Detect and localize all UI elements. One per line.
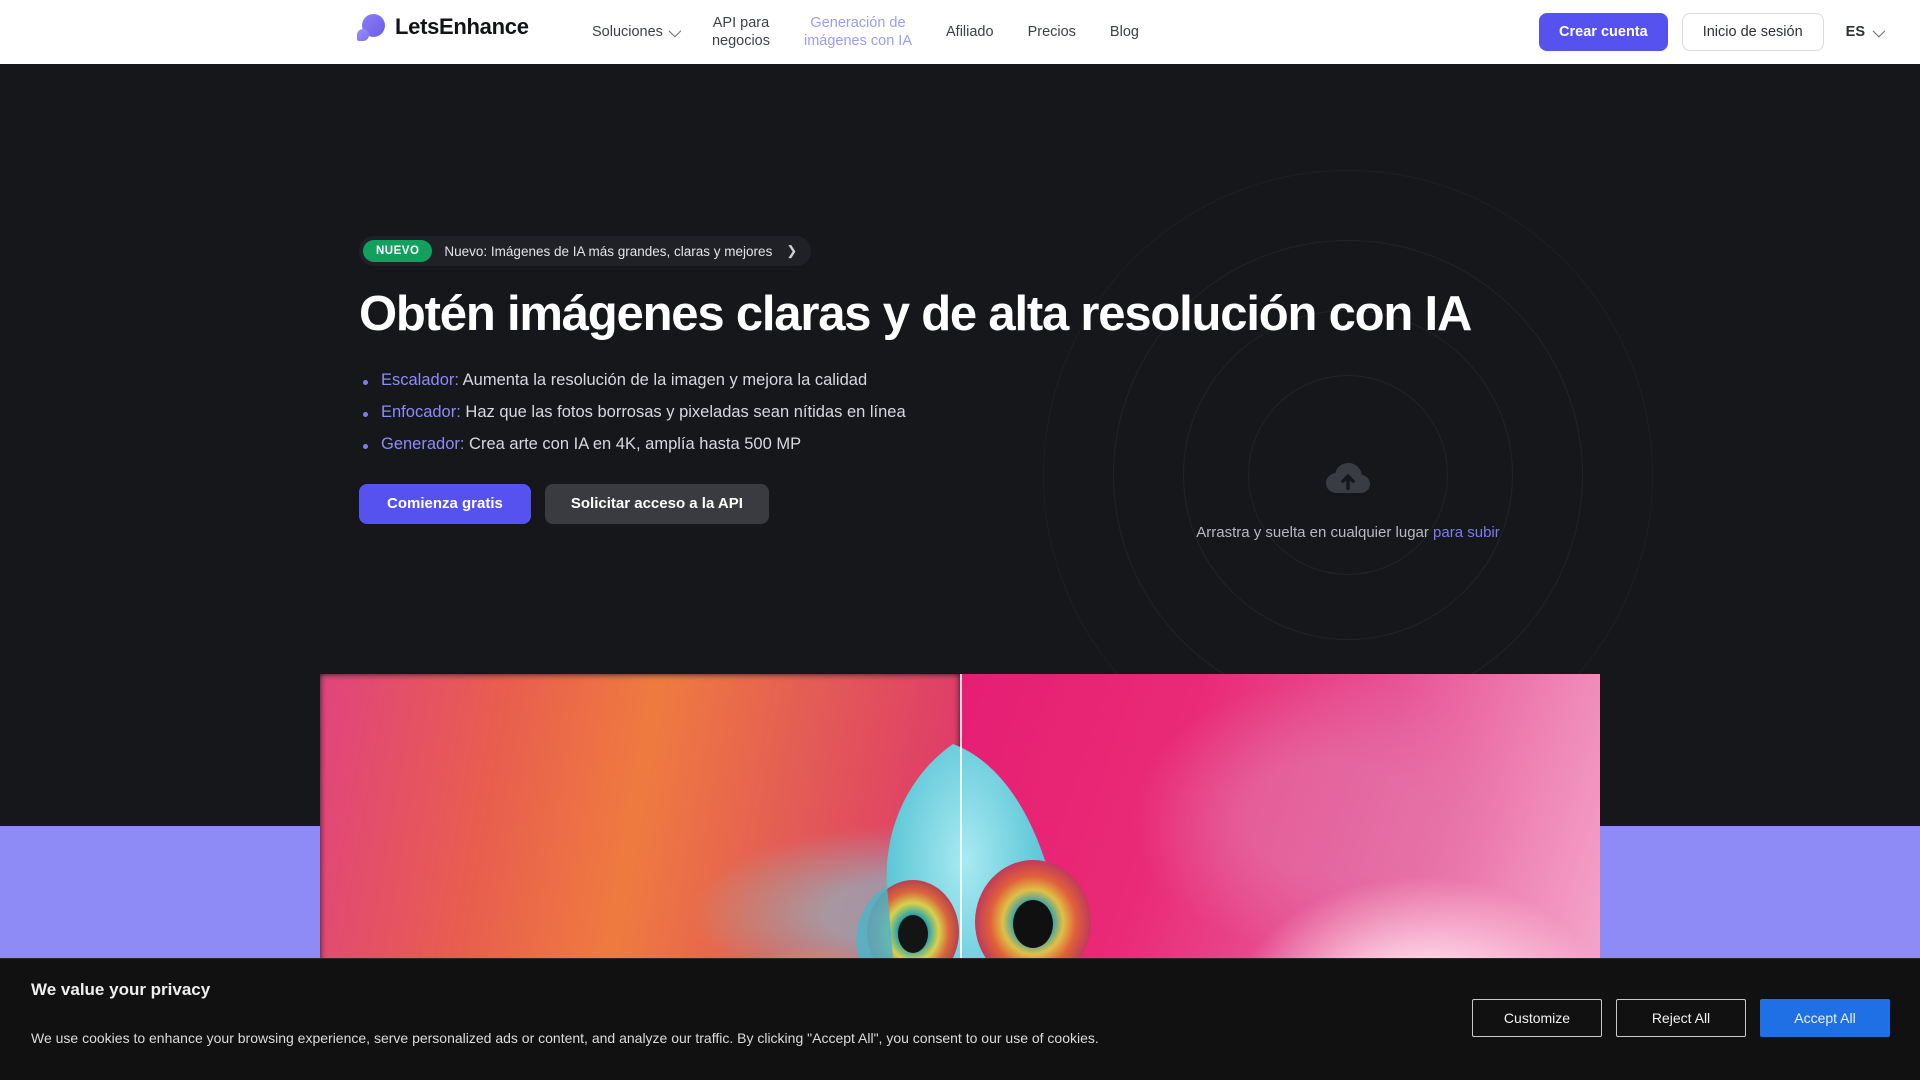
hero-section: NUEVO Nuevo: Imágenes de IA más grandes,… [0, 64, 1920, 674]
logo[interactable]: LetsEnhance [357, 12, 529, 42]
nav-item-api-negocios[interactable]: API para negocios [695, 14, 787, 50]
list-item: Enfocador: Haz que las fotos borrosas y … [359, 403, 1119, 422]
feature-text: Crea arte con IA en 4K, amplía hasta 500… [464, 434, 802, 453]
feature-label: Enfocador: [381, 402, 461, 421]
logo-mark-icon [357, 12, 385, 42]
chevron-down-icon [1872, 24, 1886, 37]
feature-text: Haz que las fotos borrosas y pixeladas s… [460, 402, 906, 421]
dropzone-text: Arrastra y suelta en cualquier lugar par… [1088, 524, 1608, 541]
chevron-down-icon [668, 24, 682, 37]
dropzone-label: Arrastra y suelta en cualquier lugar [1196, 524, 1434, 541]
nav-label: Soluciones [592, 23, 663, 40]
chevron-right-icon: ❯ [786, 243, 798, 258]
customize-button[interactable]: Customize [1472, 999, 1602, 1037]
badge-text: Nuevo: Imágenes de IA más grandes, clara… [444, 243, 773, 259]
nav-item-afiliado[interactable]: Afiliado [929, 23, 1011, 41]
nav-item-soluciones[interactable]: Soluciones [575, 23, 695, 41]
language-value: ES [1845, 24, 1865, 40]
request-api-access-button[interactable]: Solicitar acceso a la API [544, 483, 769, 524]
nav-label: Blog [1109, 23, 1139, 40]
decorative-rings [1038, 165, 1658, 674]
announcement-badge[interactable]: NUEVO Nuevo: Imágenes de IA más grandes,… [359, 236, 812, 266]
cookie-description: We use cookies to enhance your browsing … [31, 1030, 1099, 1046]
feature-label: Generador: [381, 434, 465, 453]
feature-list: Escalador: Aumenta la resolución de la i… [359, 371, 1119, 454]
reject-all-button[interactable]: Reject All [1616, 999, 1746, 1037]
login-button[interactable]: Inicio de sesión [1681, 13, 1824, 51]
site-header: LetsEnhance Soluciones API para negocios… [0, 0, 1920, 64]
start-free-button[interactable]: Comienza gratis [359, 483, 531, 524]
nav-label: Precios [1027, 23, 1076, 40]
accept-all-button[interactable]: Accept All [1760, 999, 1890, 1037]
upload-dropzone[interactable]: Arrastra y suelta en cualquier lugar par… [1088, 462, 1608, 541]
upload-link[interactable]: para subir [1433, 524, 1500, 541]
header-actions: Crear cuenta Inicio de sesión ES [1525, 0, 1920, 64]
hero-content: NUEVO Nuevo: Imágenes de IA más grandes,… [359, 236, 1472, 524]
cookie-actions: Customize Reject All Accept All [1472, 999, 1890, 1037]
nav-item-generacion-imagenes[interactable]: Generación de imágenes con IA [787, 14, 929, 50]
list-item: Escalador: Aumenta la resolución de la i… [359, 371, 1119, 390]
language-selector[interactable]: ES [1845, 24, 1886, 40]
logo-text: LetsEnhance [395, 14, 529, 39]
feature-text: Aumenta la resolución de la imagen y mej… [458, 370, 868, 389]
nav-label: Afiliado [946, 23, 994, 40]
cta-row: Comienza gratis Solicitar acceso a la AP… [359, 483, 1119, 524]
list-item: Generador: Crea arte con IA en 4K, amplí… [359, 435, 1119, 454]
badge-tag: NUEVO [363, 240, 433, 262]
cloud-upload-icon [1326, 463, 1370, 493]
nav-label: API para negocios [711, 14, 770, 49]
cookie-consent-banner: We value your privacy We use cookies to … [0, 958, 1920, 1080]
nav-item-precios[interactable]: Precios [1011, 23, 1093, 41]
cookie-title: We value your privacy [31, 980, 211, 999]
nav-item-blog[interactable]: Blog [1093, 23, 1156, 41]
page-title: Obtén imágenes claras y de alta resoluci… [359, 287, 1472, 341]
feature-label: Escalador: [381, 370, 459, 389]
nav-label: Generación de imágenes con IA [803, 14, 912, 49]
create-account-button[interactable]: Crear cuenta [1539, 13, 1668, 51]
main-nav: Soluciones API para negocios Generación … [575, 0, 1156, 64]
